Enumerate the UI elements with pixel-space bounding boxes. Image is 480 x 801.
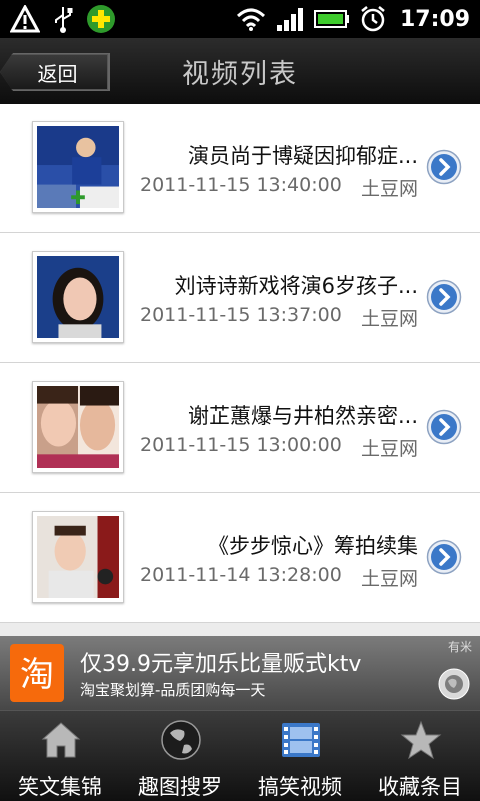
video-source: 土豆网 xyxy=(360,438,418,460)
chevron-right-icon[interactable] xyxy=(426,279,462,315)
globe-icon[interactable] xyxy=(438,668,470,700)
clock: 17:09 xyxy=(399,6,470,32)
ad-title: 仅39.9元享加乐比量贩式ktv xyxy=(80,652,362,677)
tab-bar: 笑文集锦 趣图搜罗 搞笑视频 收藏条目 xyxy=(0,710,480,801)
chevron-right-icon[interactable] xyxy=(426,539,462,575)
home-icon xyxy=(41,722,81,758)
usb-icon xyxy=(55,7,73,33)
signal-icon xyxy=(276,8,303,31)
video-source: 土豆网 xyxy=(360,568,418,590)
svg-text:淘: 淘 xyxy=(20,655,54,695)
chevron-right-icon[interactable] xyxy=(426,149,462,185)
video-time: 2011-11-15 13:40:00 xyxy=(140,174,342,196)
video-time: 2011-11-15 13:37:00 xyxy=(140,304,342,326)
video-source: 土豆网 xyxy=(360,308,418,330)
video-meta: 2011-11-14 13:28:00 土豆网 xyxy=(140,564,418,591)
ad-subtitle: 淘宝聚划算-品质团购每一天 xyxy=(80,681,266,699)
video-thumbnail xyxy=(32,511,124,603)
video-thumbnail xyxy=(32,381,124,473)
star-icon xyxy=(400,720,442,760)
tab-label: 收藏条目 xyxy=(378,775,462,799)
tab-favorites[interactable]: 收藏条目 xyxy=(360,711,480,801)
ad-brand: 有米 xyxy=(447,640,472,654)
tab-videos[interactable]: 搞笑视频 xyxy=(240,711,360,801)
tab-label: 搞笑视频 xyxy=(258,775,342,799)
video-list: 演员尚于博疑因抑郁症... 2011-11-15 13:40:00 土豆网 刘诗… xyxy=(0,104,480,623)
wifi-icon xyxy=(236,8,265,31)
video-thumbnail xyxy=(32,121,124,213)
video-title: 《步步惊心》筹拍续集 xyxy=(208,534,418,558)
battery-icon xyxy=(313,10,349,28)
warning-icon xyxy=(10,5,40,33)
video-title: 刘诗诗新戏将演6岁孩子... xyxy=(174,274,418,298)
status-bar: 17:09 xyxy=(0,0,480,38)
video-source: 土豆网 xyxy=(360,178,418,200)
alarm-icon xyxy=(361,6,385,32)
plus-badge-icon xyxy=(87,5,115,33)
video-list-item[interactable]: 《步步惊心》筹拍续集 2011-11-14 13:28:00 土豆网 xyxy=(0,493,480,623)
video-title: 演员尚于博疑因抑郁症... xyxy=(187,144,418,168)
video-time: 2011-11-15 13:00:00 xyxy=(140,434,342,456)
globe-icon xyxy=(161,720,201,760)
video-title: 谢芷蕙爆与井柏然亲密... xyxy=(187,404,418,428)
page-title: 视频列表 xyxy=(182,59,298,90)
video-thumbnail xyxy=(32,251,124,343)
video-list-item[interactable]: 演员尚于博疑因抑郁症... 2011-11-15 13:40:00 土豆网 xyxy=(0,104,480,233)
tab-pictures[interactable]: 趣图搜罗 xyxy=(120,711,240,801)
tab-label: 笑文集锦 xyxy=(18,775,102,799)
video-meta: 2011-11-15 13:37:00 土豆网 xyxy=(140,304,418,331)
taobao-logo-icon: 淘 xyxy=(10,644,64,702)
video-time: 2011-11-14 13:28:00 xyxy=(140,564,342,586)
tab-label: 趣图搜罗 xyxy=(138,775,222,799)
tab-jokes[interactable]: 笑文集锦 xyxy=(0,711,120,801)
chevron-right-icon[interactable] xyxy=(426,409,462,445)
ad-banner[interactable]: 淘 仅39.9元享加乐比量贩式ktv 淘宝聚划算-品质团购每一天 有米 xyxy=(0,636,480,710)
film-icon xyxy=(282,723,320,757)
video-list-item[interactable]: 刘诗诗新戏将演6岁孩子... 2011-11-15 13:37:00 土豆网 xyxy=(0,233,480,363)
video-meta: 2011-11-15 13:40:00 土豆网 xyxy=(140,174,418,201)
video-list-item[interactable]: 谢芷蕙爆与井柏然亲密... 2011-11-15 13:00:00 土豆网 xyxy=(0,363,480,493)
video-meta: 2011-11-15 13:00:00 土豆网 xyxy=(140,434,418,461)
title-bar: 返回 视频列表 xyxy=(0,38,480,104)
